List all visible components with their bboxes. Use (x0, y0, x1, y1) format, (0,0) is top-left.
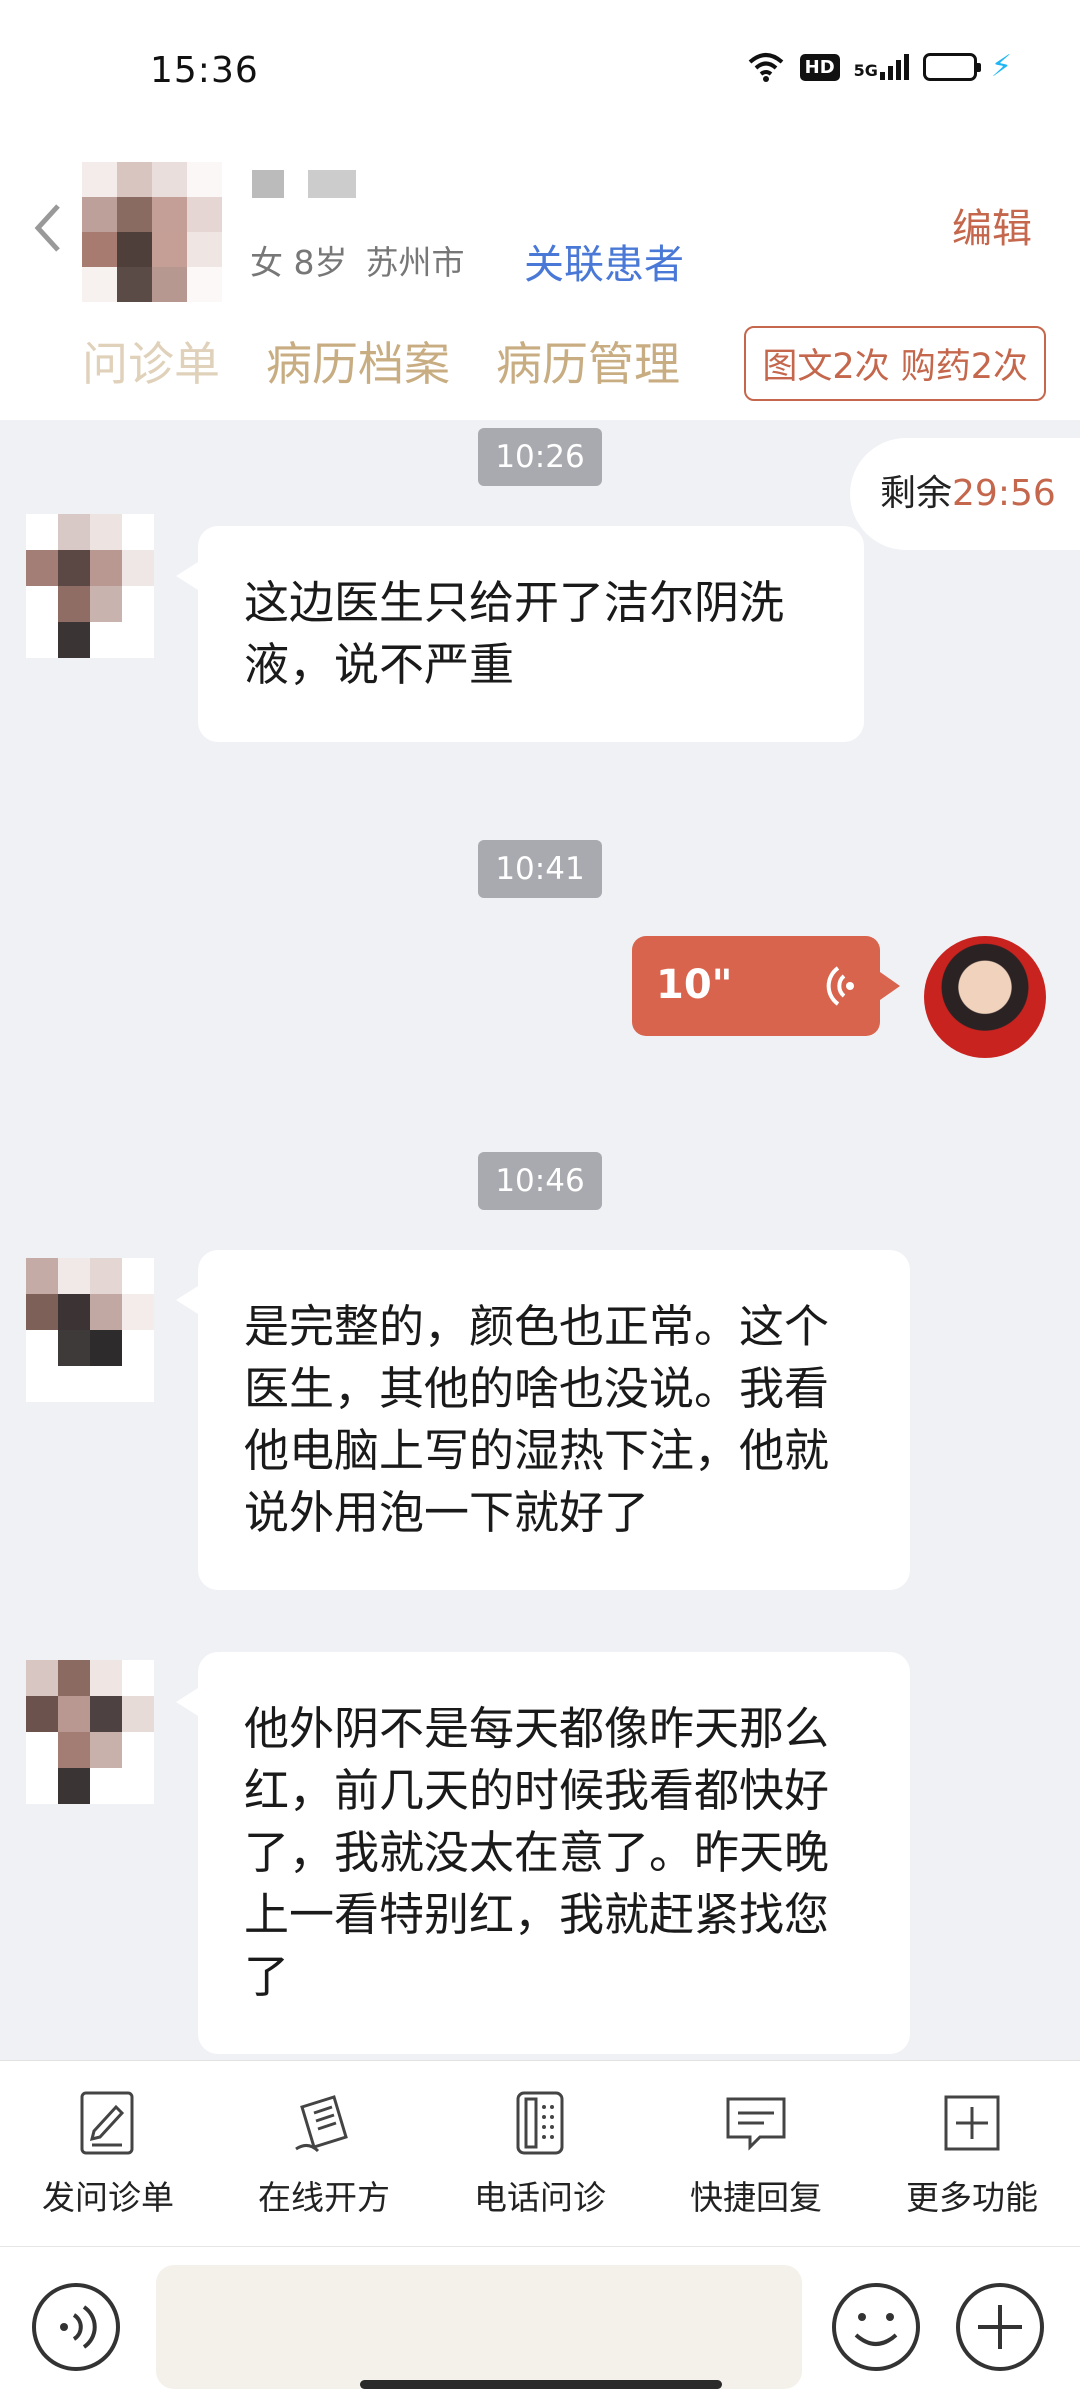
chat-message: 是完整的，颜色也正常。这个医生，其他的啥也没说。我看他电脑上写的湿热下注，他就说… (176, 1250, 910, 1590)
charging-icon: ⚡ (990, 49, 1012, 84)
patient-city: 苏州市 (365, 243, 465, 282)
doctor-avatar[interactable] (924, 936, 1046, 1058)
tab-questionnaire[interactable]: 问诊单 (82, 328, 220, 394)
service-quota-badge[interactable]: 图文2次 购药2次 (744, 326, 1046, 401)
emoji-icon[interactable] (830, 2281, 922, 2373)
home-indicator[interactable] (360, 2380, 722, 2389)
tab-record-management[interactable]: 病历管理 (496, 328, 680, 394)
function-toolbar: 发问诊单 在线开方 电话问诊 快捷回复 更多功能 (0, 2060, 1080, 2246)
voice-wave-icon (826, 966, 854, 1006)
patient-name-masked (252, 170, 356, 198)
network-label: 5G (853, 61, 878, 80)
send-questionnaire-button[interactable]: 发问诊单 (0, 2061, 216, 2246)
toolbar-label: 电话问诊 (474, 2178, 606, 2217)
voice-input-icon[interactable] (30, 2281, 122, 2373)
toolbar-label: 在线开方 (258, 2178, 390, 2217)
prescription-icon (295, 2095, 348, 2153)
message-timestamp: 10:41 (478, 840, 602, 898)
tab-medical-records[interactable]: 病历档案 (266, 328, 450, 394)
status-icons: HD 5G ⚡ (746, 52, 1012, 82)
message-timestamp: 10:26 (478, 428, 602, 486)
clock: 15:36 (150, 50, 259, 91)
wifi-icon (748, 53, 783, 82)
hd-icon: HD (799, 53, 840, 81)
user-avatar[interactable] (26, 514, 154, 658)
message-input[interactable] (156, 2265, 802, 2389)
toolbar-label: 发问诊单 (42, 2178, 174, 2217)
status-bar: 15:36 HD 5G ⚡ (0, 0, 1080, 140)
remaining-time: 29:56 (952, 473, 1056, 514)
online-prescription-button[interactable]: 在线开方 (216, 2061, 432, 2246)
user-avatar[interactable] (26, 1660, 154, 1804)
remaining-label: 剩余 (880, 473, 953, 514)
phone-icon (516, 2091, 564, 2155)
chat-area[interactable]: 剩余29:56 10:26 这边医生只给开了洁尔阴洗液，说不严重 10:41 1… (0, 420, 1080, 2060)
message-timestamp: 10:46 (478, 1152, 602, 1210)
link-patient-button[interactable]: 关联患者 (524, 232, 684, 290)
phone-consult-button[interactable]: 电话问诊 (432, 2061, 648, 2246)
toolbar-label: 快捷回复 (690, 2178, 822, 2217)
remaining-time-badge: 剩余29:56 (850, 438, 1080, 550)
more-functions-button[interactable]: 更多功能 (864, 2061, 1080, 2246)
toolbar-label: 更多功能 (906, 2178, 1038, 2217)
back-icon[interactable] (30, 198, 66, 258)
header-tabs: 问诊单 病历档案 病历管理 (82, 328, 680, 394)
chat-message: 他外阴不是每天都像昨天那么红，前几天的时候我看都快好了，我就没太在意了。昨天晚上… (176, 1652, 910, 2054)
battery-icon (922, 53, 981, 81)
voice-message[interactable]: 10" (632, 936, 900, 1036)
quick-reply-button[interactable]: 快捷回复 (648, 2061, 864, 2246)
patient-gender-age: 女 8岁 (250, 243, 348, 282)
patient-info: 女 8岁 苏州市 (250, 236, 465, 284)
user-avatar[interactable] (26, 1258, 154, 1402)
quick-reply-icon (726, 2097, 786, 2151)
voice-duration: 10" (656, 962, 733, 1008)
add-icon[interactable] (954, 2281, 1046, 2373)
signal-icon: 5G (854, 54, 909, 80)
more-plus-icon (944, 2095, 1000, 2151)
chat-message: 这边医生只给开了洁尔阴洗液，说不严重 (176, 526, 864, 742)
form-edit-icon (80, 2091, 134, 2155)
input-bar (0, 2246, 1080, 2400)
edit-button[interactable]: 编辑 (952, 196, 1032, 254)
patient-header: 女 8岁 苏州市 关联患者 编辑 问诊单 病历档案 病历管理 图文2次 购药2次 (0, 140, 1080, 420)
patient-avatar[interactable] (82, 162, 222, 302)
